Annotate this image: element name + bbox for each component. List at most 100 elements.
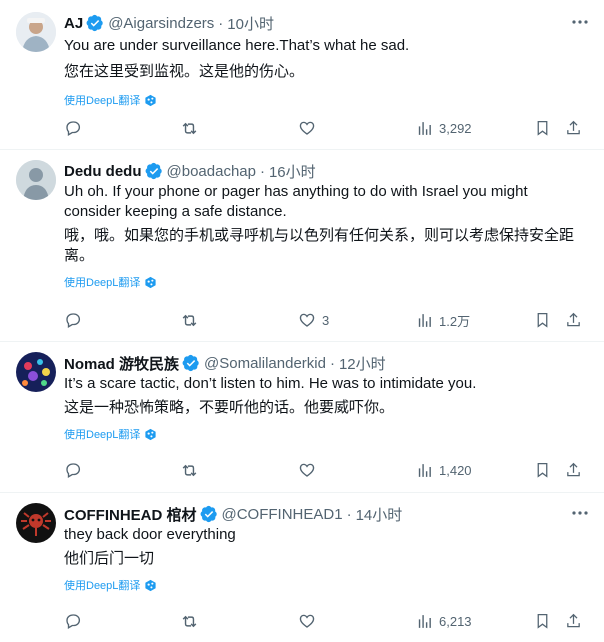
tweet-translation: 这是一种恐怖策略，不要听他的话。他要威吓你。 [64,399,395,416]
share-button[interactable] [565,612,582,630]
retweet-icon [182,314,197,326]
translate-label[interactable]: 使用DeepL翻译 [64,274,140,290]
reply-button[interactable] [64,461,82,479]
reply-button[interactable] [64,612,82,630]
tweet-text: Uh oh. If your phone or pager has anythi… [64,183,528,220]
views-icon [418,614,431,628]
view-count: 6,213 [439,613,472,629]
author-name[interactable]: AJ [64,15,83,32]
views-icon [418,313,431,327]
separator-dot: · [329,354,335,372]
author-handle[interactable]: @Somalilanderkid [204,355,326,372]
verified-badge-icon [145,162,162,180]
share-button[interactable] [565,311,582,329]
more-icon[interactable] [570,503,590,523]
bookmark-icon [537,312,548,328]
reply-button[interactable] [64,119,82,137]
bookmark-icon [537,613,548,629]
deepl-icon [145,94,157,106]
retweet-icon [182,615,197,627]
timestamp[interactable]: 10小时 [227,13,274,34]
avatar[interactable] [16,352,56,392]
views-button[interactable]: 1,420 [416,462,472,479]
share-icon [567,613,580,628]
bookmark-icon [537,120,548,136]
tweet[interactable]: AJ @Aigarsindzers · 10小时 You are under s… [0,0,604,150]
reply-icon [66,121,81,136]
retweet-button[interactable] [180,612,199,631]
bookmark-button[interactable] [534,119,551,137]
bookmark-button[interactable] [534,461,551,479]
translate-link[interactable]: 使用DeepL翻译 [64,92,604,108]
verified-badge-icon [86,14,103,32]
views-button[interactable]: 6,213 [416,613,472,630]
view-count: 1.2万 [439,313,471,329]
timestamp[interactable]: 12小时 [339,353,386,374]
verified-badge-icon [182,354,199,372]
retweet-button[interactable] [180,461,199,480]
views-icon [418,463,431,477]
translate-link[interactable]: 使用DeepL翻译 [64,577,604,593]
like-button[interactable] [298,612,322,630]
author-name[interactable]: Dedu dedu [64,163,142,180]
like-button[interactable]: 3 [298,311,329,329]
separator-dot: · [218,14,224,32]
tweet-translation: 您在这里受到监视。这是他的伤心。 [64,63,305,80]
verified-badge-icon [200,505,217,523]
share-button[interactable] [565,461,582,479]
translate-link[interactable]: 使用DeepL翻译 [64,274,604,290]
retweet-button[interactable] [180,311,199,330]
like-icon [299,463,315,477]
tweet-text: You are under surveillance here.That’s w… [64,37,410,54]
bookmark-icon [537,462,548,478]
retweet-button[interactable] [180,119,199,138]
reply-feed: AJ @Aigarsindzers · 10小时 You are under s… [0,0,604,642]
tweet-translation: 他们后门一切 [64,550,155,567]
deepl-icon [145,428,157,440]
tweet[interactable]: Dedu dedu @boadachap · 16小时 Uh oh. If yo… [0,150,604,342]
share-button[interactable] [565,119,582,137]
translate-label[interactable]: 使用DeepL翻译 [64,426,140,442]
more-icon[interactable] [570,12,590,32]
separator-dot: · [259,162,265,180]
timestamp[interactable]: 16小时 [269,161,316,182]
like-button[interactable] [298,119,322,137]
retweet-icon [182,464,197,476]
tweet[interactable]: COFFINHEAD 棺材 @COFFINHEAD1 · 14小时 they b… [0,493,604,642]
like-icon [299,121,315,135]
view-count: 1,420 [439,462,472,478]
author-handle[interactable]: @Aigarsindzers [108,15,214,32]
reply-icon [66,463,81,478]
translate-link[interactable]: 使用DeepL翻译 [64,426,604,442]
avatar[interactable] [16,160,56,200]
views-button[interactable]: 1.2万 [416,311,470,330]
retweet-icon [182,122,197,134]
author-name[interactable]: Nomad 游牧民族 [64,353,179,374]
tweet[interactable]: Nomad 游牧民族 @Somalilanderkid · 12小时 It’s … [0,342,604,493]
tweet-text: they back door everything [64,526,236,543]
share-icon [567,462,580,477]
author-handle[interactable]: @boadachap [167,163,256,180]
like-icon [299,614,315,628]
tweet-translation: 哦，哦。如果您的手机或寻呼机与以色列有任何关系，则可以考虑保持安全距离。 [64,227,575,264]
author-handle[interactable]: @COFFINHEAD1 [222,506,343,523]
reply-button[interactable] [64,311,82,329]
deepl-icon [145,579,157,591]
bookmark-button[interactable] [534,612,551,630]
avatar[interactable] [16,12,56,52]
author-name[interactable]: COFFINHEAD 棺材 [64,504,197,525]
share-icon [567,120,580,135]
reply-icon [66,313,81,328]
timestamp[interactable]: 14小时 [356,504,403,525]
like-icon [299,313,315,327]
avatar[interactable] [16,503,56,543]
bookmark-button[interactable] [534,311,551,329]
view-count: 3,292 [439,120,472,136]
views-button[interactable]: 3,292 [416,120,472,137]
like-button[interactable] [298,461,322,479]
deepl-icon [145,276,157,288]
translate-label[interactable]: 使用DeepL翻译 [64,577,140,593]
translate-label[interactable]: 使用DeepL翻译 [64,92,140,108]
reply-icon [66,614,81,629]
tweet-text: It’s a scare tactic, don’t listen to him… [64,375,477,392]
